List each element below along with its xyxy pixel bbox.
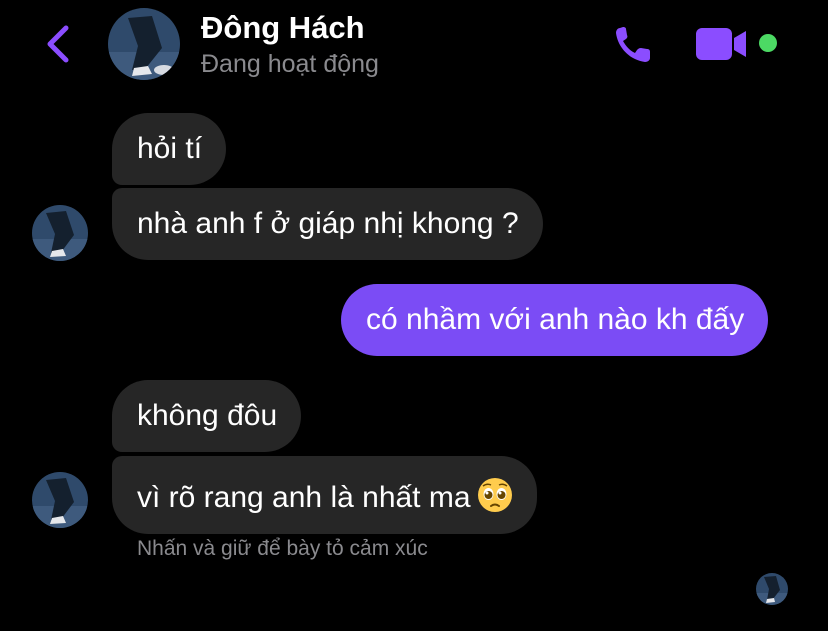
contact-avatar[interactable]	[108, 8, 180, 80]
contact-name[interactable]: Đông Hách	[201, 10, 365, 46]
message-text: vì rõ rang anh là nhất ma	[137, 481, 471, 514]
online-indicator	[759, 34, 777, 52]
message-bubble-incoming[interactable]: hỏi tí	[112, 113, 227, 185]
reaction-hint: Nhấn và giữ để bày tỏ cảm xúc	[137, 537, 428, 560]
message-bubble-incoming[interactable]: vì rõ rang anh là nhất ma	[112, 456, 537, 534]
sender-avatar[interactable]	[32, 205, 88, 261]
video-call-button[interactable]	[694, 26, 750, 62]
seen-receipt-avatar	[756, 573, 788, 605]
active-status: Đang hoạt động	[201, 50, 379, 78]
back-button[interactable]	[44, 22, 76, 66]
chevron-left-icon	[47, 25, 69, 63]
phone-icon	[616, 27, 650, 62]
sender-avatar[interactable]	[32, 472, 88, 528]
voice-call-button[interactable]	[612, 22, 660, 66]
message-bubble-incoming[interactable]: không đôu	[112, 380, 302, 452]
message-bubble-incoming[interactable]: nhà anh f ở giáp nhị khong ?	[112, 188, 543, 260]
chat-header: Đông Hách Đang hoạt động	[0, 0, 828, 92]
pleading-face-emoji	[477, 477, 513, 513]
video-camera-icon	[696, 28, 746, 60]
message-bubble-outgoing[interactable]: có nhầm với anh nào kh đấy	[341, 284, 769, 356]
